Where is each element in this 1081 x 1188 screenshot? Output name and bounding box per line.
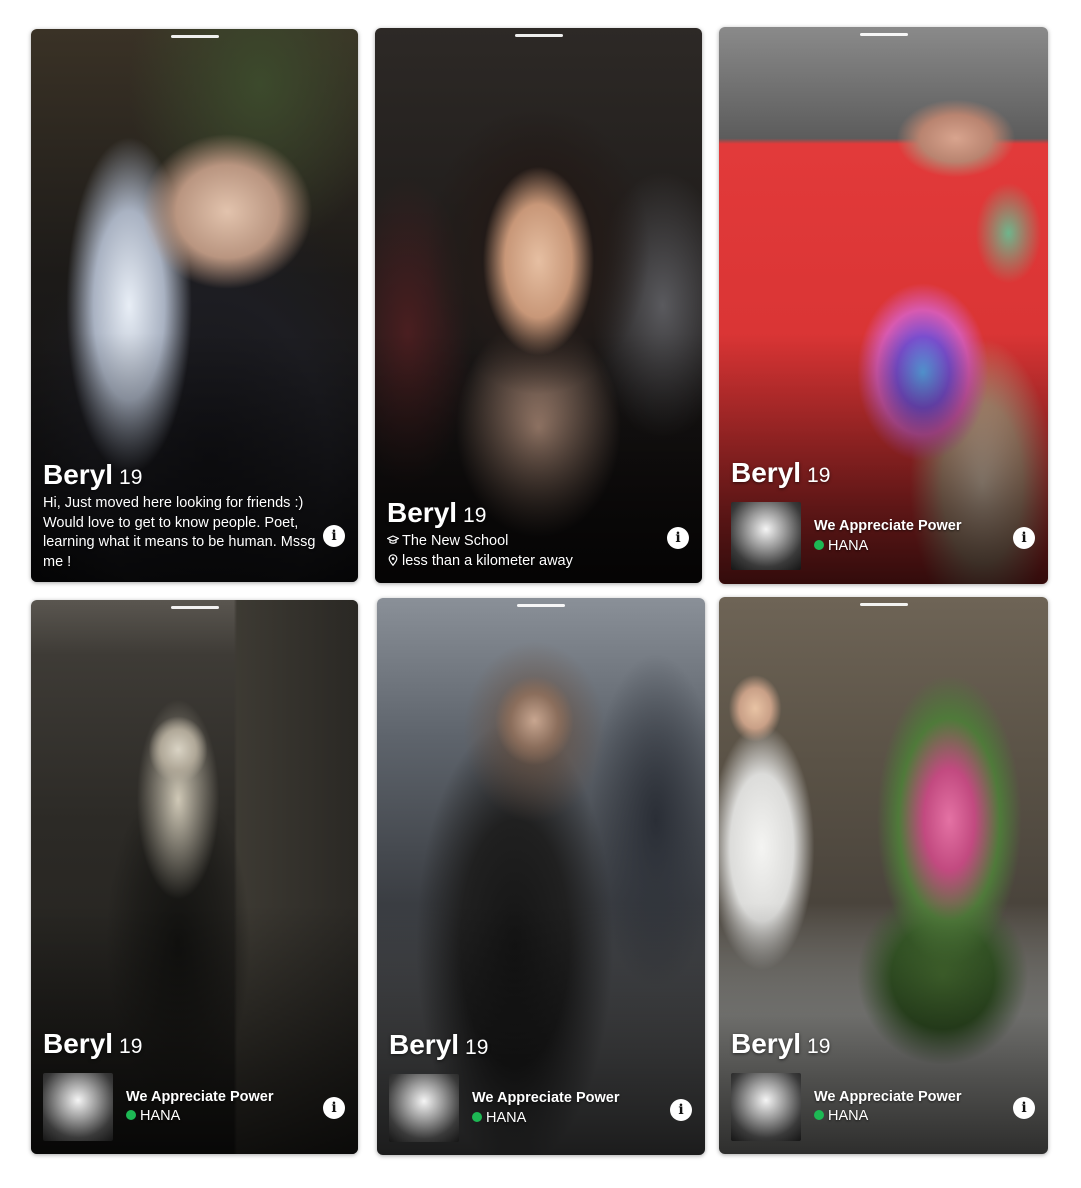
profile-name: Beryl — [387, 497, 458, 528]
anthem-title: We Appreciate Power — [126, 1089, 274, 1105]
profile-age: 19 — [807, 1035, 831, 1058]
profile-card-2[interactable]: Beryl 19 The New School less than a kilom… — [375, 28, 702, 583]
school-name: The New School — [402, 533, 509, 549]
spotify-icon — [814, 1110, 824, 1120]
name-age: Beryl 19 — [389, 1029, 488, 1061]
profile-age: 19 — [119, 466, 143, 489]
profile-name: Beryl — [731, 1028, 802, 1059]
album-art[interactable] — [389, 1074, 459, 1142]
photo-indicator[interactable] — [859, 33, 908, 36]
album-art[interactable] — [731, 502, 801, 570]
profile-age: 19 — [807, 464, 831, 487]
profile-bio: Hi, Just moved here looking for friends … — [43, 495, 316, 570]
album-art[interactable] — [43, 1073, 113, 1141]
anthem-title: We Appreciate Power — [472, 1090, 620, 1106]
photo-indicator[interactable] — [514, 34, 563, 37]
anthem-artist: HANA — [140, 1108, 181, 1124]
profile-name: Beryl — [43, 459, 114, 490]
profile-card-5[interactable]: Beryl 19 We Appreciate Power HANA i — [377, 598, 705, 1155]
school-line: The New School — [387, 532, 508, 551]
info-icon[interactable]: i — [323, 525, 345, 547]
profile-age: 19 — [463, 504, 487, 527]
info-icon[interactable]: i — [1013, 527, 1035, 549]
profile-card-1[interactable]: Beryl 19 Hi, Just moved here looking for … — [31, 29, 358, 582]
name-age: Beryl 19 — [43, 459, 142, 491]
anthem-title: We Appreciate Power — [814, 1089, 962, 1105]
info-icon[interactable]: i — [323, 1097, 345, 1119]
distance-line: less than a kilometer away — [387, 552, 573, 571]
profile-card-4[interactable]: Beryl 19 We Appreciate Power HANA i — [31, 600, 358, 1154]
name-age: Beryl 19 — [731, 1028, 830, 1060]
photo-indicator[interactable] — [170, 606, 219, 609]
anthem-artist: HANA — [828, 1108, 869, 1124]
profile-age: 19 — [119, 1035, 143, 1058]
info-icon[interactable]: i — [670, 1099, 692, 1121]
photo-indicator[interactable] — [517, 604, 565, 607]
anthem-artist-line: HANA — [126, 1108, 180, 1124]
profile-name: Beryl — [43, 1028, 114, 1059]
profile-name: Beryl — [731, 457, 802, 488]
location-pin-icon — [388, 554, 398, 566]
info-icon[interactable]: i — [1013, 1097, 1035, 1119]
anthem-artist-line: HANA — [814, 1108, 868, 1124]
anthem-artist: HANA — [486, 1110, 527, 1126]
anthem-title: We Appreciate Power — [814, 518, 962, 534]
graduation-cap-icon — [387, 535, 399, 544]
profile-card-3[interactable]: Beryl 19 We Appreciate Power HANA i — [719, 27, 1048, 584]
photo-indicator[interactable] — [859, 603, 908, 606]
profile-card-6[interactable]: Beryl 19 We Appreciate Power HANA i — [719, 597, 1048, 1154]
photo-indicator[interactable] — [170, 35, 219, 38]
anthem-artist-line: HANA — [472, 1110, 526, 1126]
name-age: Beryl 19 — [731, 457, 830, 489]
distance-text: less than a kilometer away — [402, 553, 573, 569]
name-age: Beryl 19 — [43, 1028, 142, 1060]
profile-age: 19 — [465, 1036, 489, 1059]
anthem-artist: HANA — [828, 538, 869, 554]
album-art[interactable] — [731, 1073, 801, 1141]
spotify-icon — [814, 540, 824, 550]
spotify-icon — [472, 1112, 482, 1122]
info-icon[interactable]: i — [667, 527, 689, 549]
spotify-icon — [126, 1110, 136, 1120]
anthem-artist-line: HANA — [814, 538, 868, 554]
profile-name: Beryl — [389, 1029, 460, 1060]
name-age: Beryl 19 — [387, 497, 486, 529]
